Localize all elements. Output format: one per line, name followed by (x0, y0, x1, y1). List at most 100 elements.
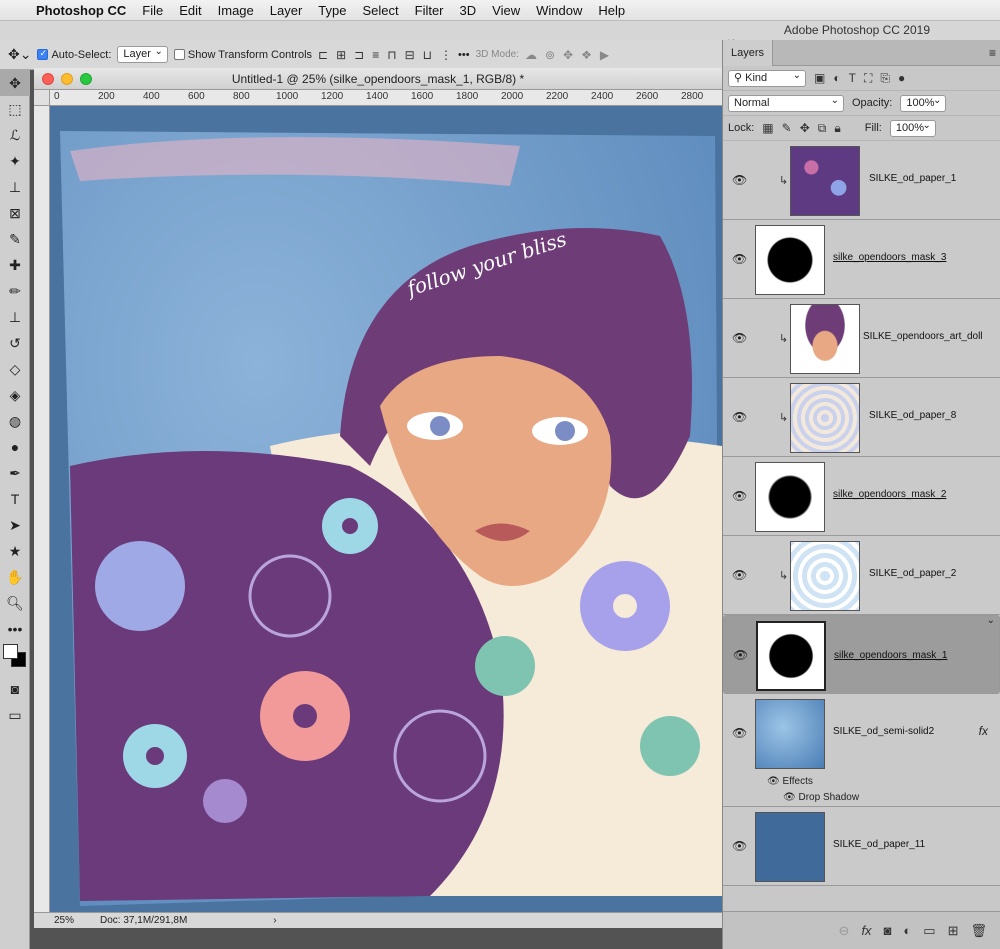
menu-type[interactable]: Type (318, 3, 346, 18)
visibility-eye-icon[interactable]: 👁︎ (732, 726, 747, 740)
add-mask-icon[interactable]: ◙ (884, 923, 892, 938)
filter-kind-dropdown[interactable]: ⚲ Kind (728, 68, 806, 87)
visibility-eye-icon[interactable]: 👁︎ (732, 173, 747, 187)
path-select-icon[interactable]: ➤ (0, 512, 30, 538)
auto-select-dropdown[interactable]: Layer (117, 44, 168, 63)
visibility-eye-icon[interactable]: 👁︎ (732, 252, 747, 266)
lock-transparent-icon[interactable]: ▦ (762, 121, 773, 135)
visibility-eye-icon[interactable]: 👁︎ (732, 489, 747, 503)
panel-menu-icon[interactable]: ≡ (989, 46, 996, 60)
lock-artboard-icon[interactable]: ⧉ (818, 121, 827, 136)
new-adjustment-icon[interactable]: ◐ (903, 923, 911, 938)
eraser-tool-icon[interactable]: ◇ (0, 356, 30, 382)
stamp-tool-icon[interactable]: ⊥ (0, 304, 30, 330)
vertical-ruler[interactable] (34, 106, 50, 912)
visibility-eye-icon[interactable]: 👁︎ (732, 410, 747, 424)
zoom-level[interactable]: 25% (54, 915, 74, 926)
status-arrow-icon[interactable]: › (273, 915, 276, 926)
brush-tool-icon[interactable]: ✏ (0, 278, 30, 304)
quick-mask-icon[interactable]: ◙ (0, 676, 30, 702)
canvas[interactable]: follow your bliss (50, 106, 722, 912)
blur-tool-icon[interactable]: ◍ (0, 408, 30, 434)
layer-row[interactable]: 👁︎ ↳ SILKE_opendoors_art_doll (723, 299, 1000, 378)
menu-select[interactable]: Select (362, 3, 398, 18)
marquee-tool-icon[interactable]: ⬚ (0, 96, 30, 122)
visibility-eye-icon[interactable]: 👁︎ (732, 331, 747, 345)
lasso-tool-icon[interactable]: ℒ (0, 122, 30, 148)
color-swatches[interactable] (0, 642, 29, 676)
magic-wand-icon[interactable]: ✦ (0, 148, 30, 174)
link-layers-icon[interactable]: ⊖ (839, 923, 850, 939)
doc-info[interactable]: Doc: 37,1M/291,8M (100, 915, 187, 926)
hand-tool-icon[interactable]: ✋ (0, 564, 30, 590)
move-tool-icon[interactable]: ✥ (0, 70, 30, 96)
effects-row[interactable]: 👁︎ Effects (767, 776, 813, 787)
horizontal-ruler[interactable]: 0 200 400 600 800 1000 1200 1400 1600 18… (50, 90, 722, 106)
menu-file[interactable]: File (142, 3, 163, 18)
pixel-filter-icon[interactable]: ▣ (814, 71, 825, 85)
visibility-eye-icon[interactable]: 👁︎ (733, 648, 748, 663)
screen-mode-icon[interactable]: ▭ (0, 702, 30, 728)
layer-row[interactable]: 👁︎ ↳ SILKE_od_paper_8 (723, 378, 1000, 457)
layer-row[interactable]: 👁︎ ↳ SILKE_od_paper_1 (723, 141, 1000, 220)
eyedropper-icon[interactable]: ✎ (0, 226, 30, 252)
fx-icon[interactable]: fx (979, 724, 988, 738)
more-tools-icon[interactable]: ••• (0, 616, 30, 642)
auto-select-checkbox[interactable]: Auto-Select: (37, 48, 111, 61)
tab-layers[interactable]: Layers (723, 40, 773, 66)
zoom-window-button[interactable] (80, 73, 92, 85)
menu-filter[interactable]: Filter (415, 3, 444, 18)
add-style-icon[interactable]: fx (861, 923, 871, 938)
layer-row[interactable]: 👁︎ silke_opendoors_mask_2 (723, 457, 1000, 536)
lock-all-icon[interactable]: 🔒︎ (834, 121, 840, 136)
crop-tool-icon[interactable]: ⊥ (0, 174, 30, 200)
delete-layer-icon[interactable]: 🗑︎ (970, 923, 987, 939)
history-brush-icon[interactable]: ↺ (0, 330, 30, 356)
lock-pixels-icon[interactable]: ✎ (782, 121, 792, 135)
frame-tool-icon[interactable]: ⊠ (0, 200, 30, 226)
close-window-button[interactable] (42, 73, 54, 85)
healing-brush-icon[interactable]: ✚ (0, 252, 30, 278)
layer-row[interactable]: 👁︎ silke_opendoors_mask_3 (723, 220, 1000, 299)
minimize-window-button[interactable] (61, 73, 73, 85)
paint-bucket-icon[interactable]: ◈ (0, 382, 30, 408)
menu-help[interactable]: Help (598, 3, 625, 18)
align-buttons[interactable]: ⊏ ⊞ ⊐ ≡ ⊓ ⊟ ⊔ ⋮ (318, 48, 452, 62)
menu-image[interactable]: Image (218, 3, 254, 18)
opacity-field[interactable]: 100% (900, 93, 947, 112)
more-options-icon[interactable]: ••• (458, 49, 470, 61)
lock-position-icon[interactable]: ✥ (800, 121, 810, 135)
visibility-eye-icon[interactable]: 👁︎ (732, 839, 747, 853)
shape-filter-icon[interactable]: ⛶ (864, 71, 872, 86)
transform-controls-checkbox[interactable]: Show Transform Controls (173, 49, 312, 61)
dodge-tool-icon[interactable]: ● (0, 434, 30, 460)
type-tool-icon[interactable]: T (0, 486, 30, 512)
visibility-eye-icon[interactable]: 👁︎ (783, 792, 798, 803)
layer-row[interactable]: 👁︎ ↳ SILKE_od_paper_2 (723, 536, 1000, 615)
visibility-eye-icon[interactable]: 👁︎ (732, 568, 747, 582)
new-layer-icon[interactable]: ⊞ (948, 923, 959, 939)
blend-mode-dropdown[interactable]: Normal (728, 93, 844, 112)
fill-field[interactable]: 100% (889, 118, 936, 137)
layer-row[interactable]: 👁︎ SILKE_od_paper_11 (723, 807, 1000, 886)
type-filter-icon[interactable]: T (849, 71, 856, 85)
visibility-eye-icon[interactable]: 👁︎ (767, 776, 782, 787)
shape-tool-icon[interactable]: ★ (0, 538, 30, 564)
layer-row-selected[interactable]: 👁︎ silke_opendoors_mask_1 (723, 613, 1000, 694)
menu-edit[interactable]: Edit (179, 3, 201, 18)
move-tool-icon[interactable]: ✥⌄ (8, 46, 31, 63)
app-menu[interactable]: Photoshop CC (36, 3, 126, 18)
pen-tool-icon[interactable]: ✒ (0, 460, 30, 486)
menu-window[interactable]: Window (536, 3, 582, 18)
foreground-color[interactable] (3, 644, 18, 659)
menu-layer[interactable]: Layer (270, 3, 303, 18)
zoom-tool-icon[interactable]: 🔍︎ (0, 590, 30, 616)
layer-row[interactable]: 👁︎ SILKE_od_semi-solid2 fx 👁︎ Effects 👁︎… (723, 694, 1000, 807)
filter-toggle-icon[interactable]: ● (898, 71, 905, 85)
ruler-origin[interactable] (34, 90, 50, 106)
3d-mode-buttons[interactable]: ☁ ⊚ ✥ ❖ ▶ (525, 48, 609, 62)
menu-view[interactable]: View (492, 3, 520, 18)
menu-3d[interactable]: 3D (460, 3, 477, 18)
drop-shadow-row[interactable]: 👁︎ Drop Shadow (783, 792, 859, 803)
smart-object-filter-icon[interactable]: ⎘ (880, 71, 890, 86)
